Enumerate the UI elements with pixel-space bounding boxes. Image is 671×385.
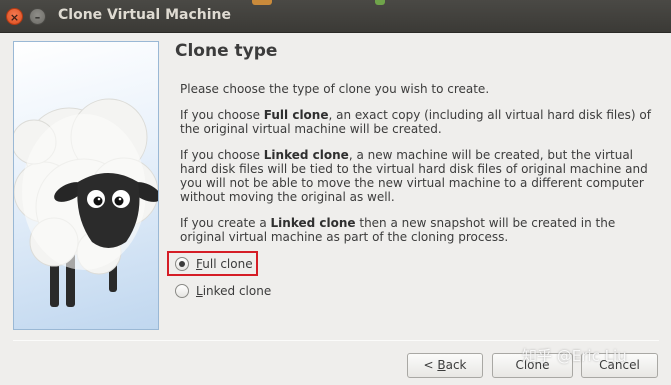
intro-text: Please choose the type of clone you wish… — [180, 82, 490, 96]
linked-clone-option[interactable]: Linked clone — [175, 282, 271, 300]
full-clone-radio[interactable] — [175, 257, 189, 271]
page-title: Clone type — [175, 41, 278, 61]
close-icon[interactable]: × — [6, 8, 23, 25]
minimize-icon[interactable]: – — [29, 8, 46, 25]
full-clone-option[interactable]: Full clone — [175, 255, 253, 273]
background-decoration — [375, 0, 385, 5]
cancel-button[interactable]: Cancel — [581, 353, 658, 378]
full-clone-description: If you choose Full clone, an exact copy … — [180, 108, 651, 136]
clone-button[interactable]: Clone — [492, 353, 573, 378]
linked-clone-description: If you choose Linked clone, a new machin… — [180, 148, 648, 204]
title-bar: × – Clone Virtual Machine — [0, 0, 671, 33]
linked-clone-label[interactable]: Linked clone — [196, 284, 271, 298]
back-button[interactable]: < Back — [407, 353, 483, 378]
separator — [13, 340, 659, 341]
sheep-illustration — [13, 41, 159, 330]
window-title: Clone Virtual Machine — [58, 7, 232, 23]
snapshot-description: If you create a Linked clone then a new … — [180, 216, 616, 244]
background-decoration — [252, 0, 272, 5]
linked-clone-radio[interactable] — [175, 284, 189, 298]
full-clone-label[interactable]: Full clone — [196, 257, 253, 271]
